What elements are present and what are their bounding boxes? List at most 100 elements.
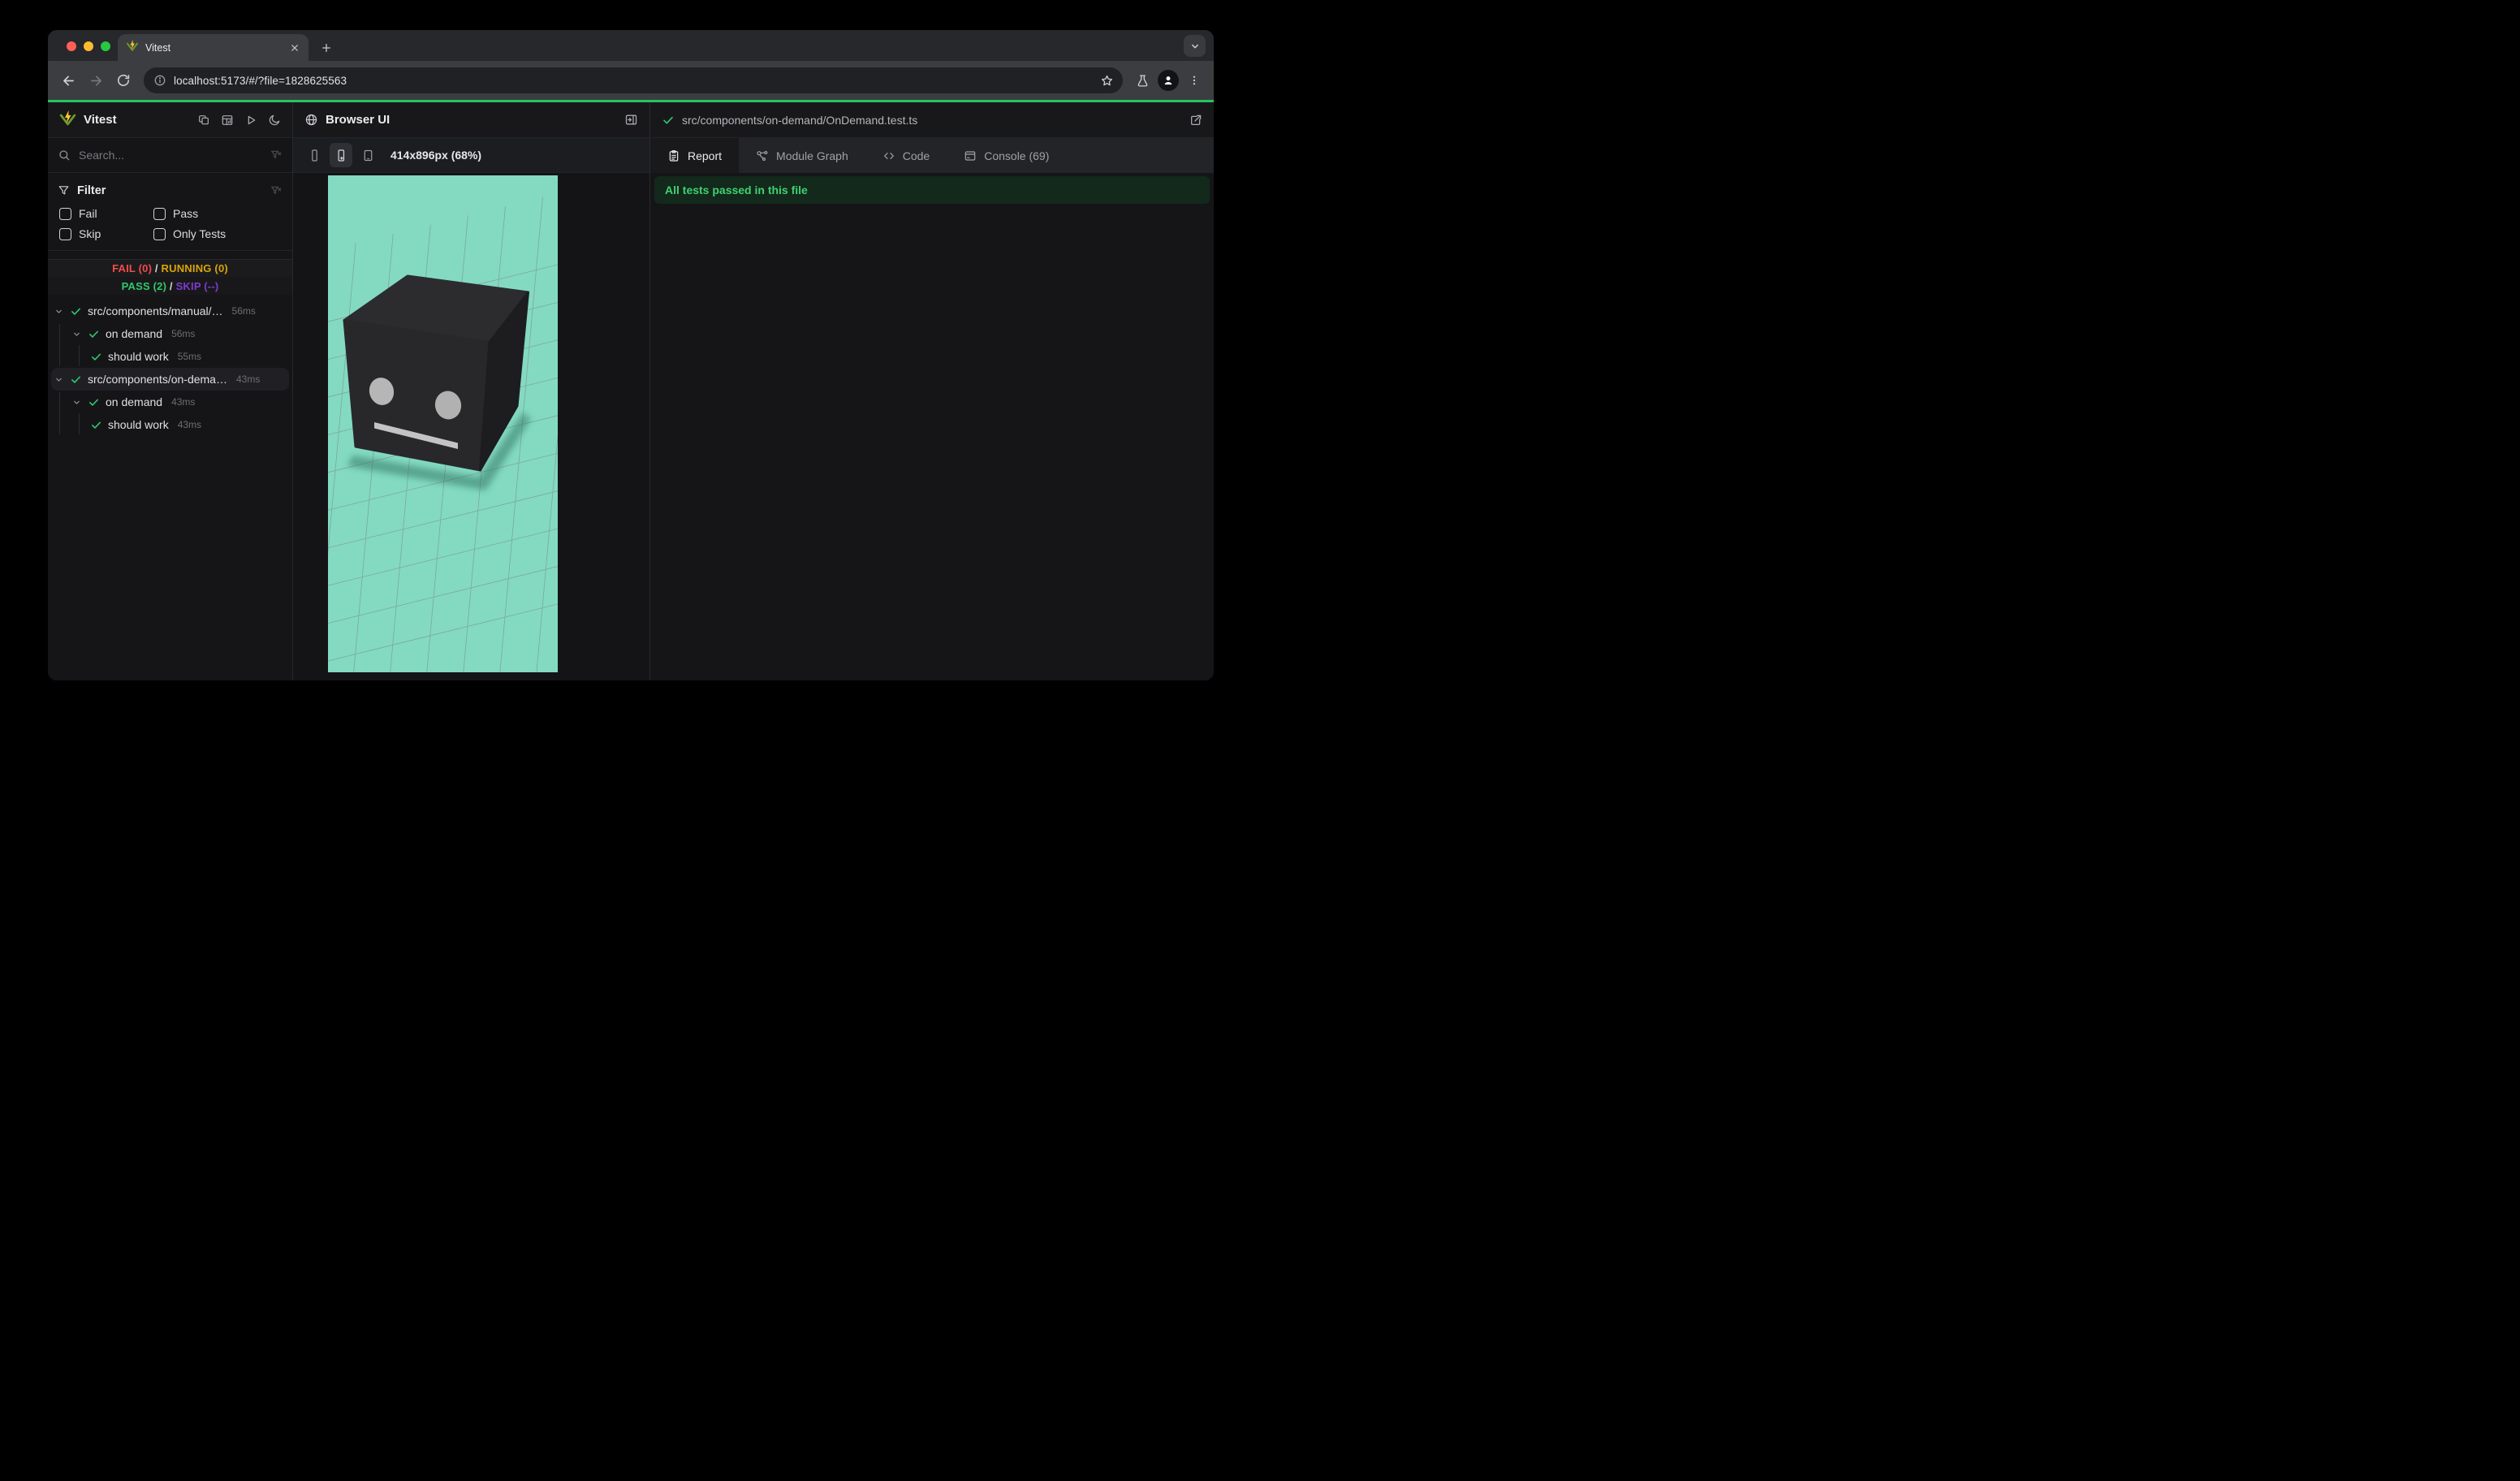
tab-label: Report xyxy=(688,149,723,162)
search-row xyxy=(48,138,292,173)
device-phone-plus-button[interactable] xyxy=(330,143,352,167)
chevron-down-icon[interactable] xyxy=(72,398,82,407)
tree-row-label: should work xyxy=(108,418,169,431)
tab-close-icon[interactable] xyxy=(289,42,300,54)
experiments-flask-icon[interactable] xyxy=(1130,68,1154,93)
run-all-icon[interactable] xyxy=(244,114,257,127)
dashboard-icon[interactable] xyxy=(221,114,234,127)
code-icon xyxy=(882,149,895,162)
site-info-icon[interactable] xyxy=(153,74,166,87)
tree-row-label: should work xyxy=(108,350,169,363)
address-bar[interactable]: localhost:5173/#/?file=1828625563 xyxy=(144,67,1123,93)
cube-front-face xyxy=(343,319,491,472)
tree-row-test-should-work-2[interactable]: should work 43ms xyxy=(48,413,292,436)
chevron-down-icon[interactable] xyxy=(54,375,64,384)
globe-icon xyxy=(304,113,318,127)
avatar xyxy=(1158,70,1179,91)
viewport-size-label: 414x896px (68%) xyxy=(391,149,482,162)
url-text[interactable]: localhost:5173/#/?file=1828625563 xyxy=(174,75,1088,87)
summary-separator: / xyxy=(152,262,162,274)
pass-count: PASS (2) xyxy=(121,279,167,292)
browser-tab[interactable]: Vitest xyxy=(118,34,309,61)
tab-report[interactable]: Report xyxy=(650,138,740,173)
bookmark-star-icon[interactable] xyxy=(1095,69,1118,92)
tree-row-test-should-work[interactable]: should work 55ms xyxy=(48,345,292,368)
tree-row-label: src/components/on-dema… xyxy=(88,373,227,386)
viewport-toolbar: 414x896px (68%) xyxy=(293,138,649,173)
tree-row-file-manual[interactable]: src/components/manual/… 56ms xyxy=(48,300,292,322)
clear-search-filter-icon[interactable] xyxy=(270,149,283,162)
banner-text: All tests passed in this file xyxy=(665,184,808,196)
vitest-logo-icon xyxy=(59,110,76,131)
clear-filter-icon[interactable] xyxy=(270,184,283,197)
tree-row-time: 55ms xyxy=(177,351,202,362)
profile-avatar[interactable] xyxy=(1156,68,1180,93)
tree-row-time: 43ms xyxy=(171,396,196,408)
forward-button[interactable] xyxy=(83,67,109,93)
report-file-header: src/components/on-demand/OnDemand.test.t… xyxy=(650,102,1214,138)
traffic-lights xyxy=(67,41,110,51)
checkbox[interactable] xyxy=(153,207,166,220)
back-button[interactable] xyxy=(55,67,81,93)
search-input[interactable] xyxy=(79,149,261,162)
search-icon xyxy=(58,149,71,162)
test-summary: FAIL (0) / RUNNING (0) PASS (2) / SKIP (… xyxy=(48,259,292,295)
viewport-canvas[interactable] xyxy=(328,175,558,672)
tab-label: Console (69) xyxy=(984,149,1050,162)
open-in-editor-icon[interactable] xyxy=(197,114,210,127)
dark-mode-moon-icon[interactable] xyxy=(268,114,281,127)
vitest-ui: Vitest Search... Filter Fail Pass Skip O… xyxy=(48,102,1214,680)
tab-code[interactable]: Code xyxy=(865,138,947,173)
reload-button[interactable] xyxy=(110,67,136,93)
chevron-down-icon[interactable] xyxy=(54,307,64,316)
tab-strip: Vitest xyxy=(48,30,1214,61)
device-phone-small-button[interactable] xyxy=(303,143,326,167)
tab-console[interactable]: Console (69) xyxy=(947,138,1066,173)
browser-toolbar: localhost:5173/#/?file=1828625563 xyxy=(48,61,1214,100)
filter-checkbox-fail[interactable]: Fail xyxy=(59,207,153,220)
report-clipboard-icon xyxy=(667,149,680,162)
browser-ui-header: Browser UI xyxy=(293,102,649,138)
browser-ui-title: Browser UI xyxy=(326,113,391,127)
checkbox[interactable] xyxy=(153,227,166,240)
report-content: All tests passed in this file xyxy=(650,173,1214,680)
filter-checkbox-skip[interactable]: Skip xyxy=(59,227,153,240)
all-tests-passed-banner: All tests passed in this file xyxy=(654,176,1210,204)
report-tabs: Report Module Graph Code Console (69) xyxy=(650,138,1214,173)
filter-label-skip: Skip xyxy=(79,227,101,240)
tab-label: Module Graph xyxy=(776,149,848,162)
filter-label-pass: Pass xyxy=(173,207,199,220)
browser-window: Vitest localhost:5173/#/?file=1828625563… xyxy=(48,30,1214,680)
tree-row-time: 56ms xyxy=(231,305,256,317)
minimize-window-button[interactable] xyxy=(84,41,93,51)
close-window-button[interactable] xyxy=(67,41,76,51)
panel-right-open-icon[interactable] xyxy=(624,113,638,127)
open-external-icon[interactable] xyxy=(1189,114,1202,127)
chevron-down-icon[interactable] xyxy=(72,330,82,339)
tree-row-file-on-demand[interactable]: src/components/on-dema… 43ms xyxy=(51,368,289,391)
new-tab-button[interactable] xyxy=(316,37,337,58)
summary-separator: / xyxy=(166,279,176,292)
filter-checkbox-pass[interactable]: Pass xyxy=(153,207,283,220)
filter-title: Filter xyxy=(77,184,106,197)
module-graph-icon xyxy=(756,149,769,162)
file-path: src/components/on-demand/OnDemand.test.t… xyxy=(682,113,918,127)
running-count: RUNNING (0) xyxy=(161,262,228,274)
filter-label-only-tests: Only Tests xyxy=(173,227,227,240)
viewport-area xyxy=(293,173,649,680)
vitest-favicon-icon xyxy=(126,39,139,56)
tab-search-button[interactable] xyxy=(1184,35,1206,57)
tab-module-graph[interactable]: Module Graph xyxy=(739,138,865,173)
checkbox[interactable] xyxy=(59,227,71,240)
checkbox[interactable] xyxy=(59,207,71,220)
tree-row-suite-on-demand-2[interactable]: on demand 43ms xyxy=(48,391,292,413)
pass-check-icon xyxy=(88,396,100,408)
test-tree: src/components/manual/… 56ms on demand 5… xyxy=(48,300,292,680)
tree-row-label: on demand xyxy=(106,395,163,408)
maximize-window-button[interactable] xyxy=(101,41,110,51)
tree-row-suite-on-demand[interactable]: on demand 56ms xyxy=(48,322,292,345)
file-pass-check-icon xyxy=(662,114,675,127)
browser-menu-kebab-icon[interactable] xyxy=(1182,68,1206,93)
device-tablet-button[interactable] xyxy=(356,143,379,167)
filter-checkbox-only-tests[interactable]: Only Tests xyxy=(153,227,283,240)
